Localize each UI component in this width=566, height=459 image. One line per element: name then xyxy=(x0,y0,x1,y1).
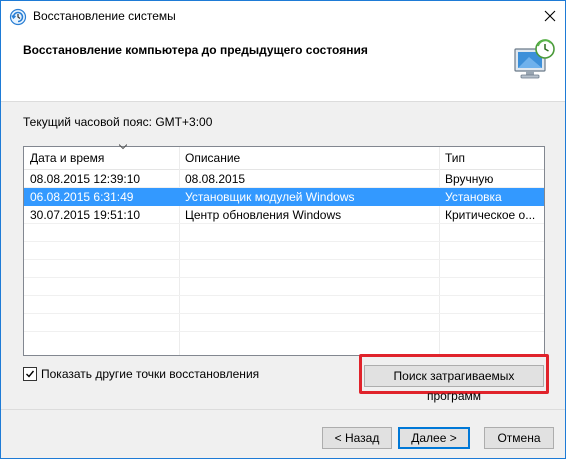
restore-points-list[interactable]: Дата и время Описание Тип 08.08.2015 12:… xyxy=(23,144,545,356)
close-button[interactable] xyxy=(535,1,565,31)
table-row[interactable]: 30.07.2015 19:51:10 Центр обновления Win… xyxy=(24,206,544,224)
grid-line xyxy=(24,313,544,314)
next-button[interactable]: Далее > xyxy=(398,427,470,449)
grid-line xyxy=(24,277,544,278)
cell-type: Установка xyxy=(445,190,502,204)
grid-line xyxy=(24,241,544,242)
back-button[interactable]: < Назад xyxy=(322,427,392,449)
column-header-description[interactable]: Описание xyxy=(179,147,439,169)
scan-affected-programs-button[interactable]: Поиск затрагиваемых программ xyxy=(364,365,544,403)
grid-line xyxy=(24,331,544,332)
grid-line xyxy=(24,259,544,260)
window-title: Восстановление системы xyxy=(33,9,176,23)
grid-line xyxy=(24,295,544,296)
footer-divider xyxy=(1,409,565,410)
computer-restore-icon xyxy=(514,39,555,79)
system-restore-window: Восстановление системы Восстановление ко… xyxy=(0,0,566,459)
cell-date: 30.07.2015 19:51:10 xyxy=(30,208,141,222)
wizard-header: Восстановление компьютера до предыдущего… xyxy=(1,31,565,102)
cell-type: Вручную xyxy=(445,172,494,186)
show-more-points-option[interactable]: Показать другие точки восстановления xyxy=(23,367,259,381)
list-header: Дата и время Описание Тип xyxy=(24,144,544,170)
show-more-label: Показать другие точки восстановления xyxy=(41,367,260,381)
table-row[interactable]: 08.08.2015 12:39:10 08.08.2015 Вручную xyxy=(24,170,544,188)
sort-descending-icon xyxy=(119,144,127,150)
system-restore-app-icon xyxy=(9,8,27,26)
show-more-checkbox[interactable] xyxy=(23,367,37,381)
cell-date: 08.08.2015 12:39:10 xyxy=(30,172,141,186)
table-row-selected[interactable]: 06.08.2015 6:31:49 Установщик модулей Wi… xyxy=(24,188,544,206)
timezone-label: Текущий часовой пояс: GMT+3:00 xyxy=(23,115,213,129)
cell-type: Критическое о... xyxy=(445,208,536,222)
close-icon xyxy=(544,10,556,22)
checkmark-icon xyxy=(26,370,35,378)
title-bar: Восстановление системы xyxy=(1,1,565,31)
page-title: Восстановление компьютера до предыдущего… xyxy=(23,43,368,57)
cancel-button[interactable]: Отмена xyxy=(484,427,554,449)
cell-date: 06.08.2015 6:31:49 xyxy=(30,190,134,204)
cell-description: 08.08.2015 xyxy=(185,172,246,186)
column-header-type[interactable]: Тип xyxy=(439,147,544,169)
column-header-date[interactable]: Дата и время xyxy=(24,144,179,169)
cell-description: Центр обновления Windows xyxy=(185,208,342,222)
cell-description: Установщик модулей Windows xyxy=(185,190,355,204)
